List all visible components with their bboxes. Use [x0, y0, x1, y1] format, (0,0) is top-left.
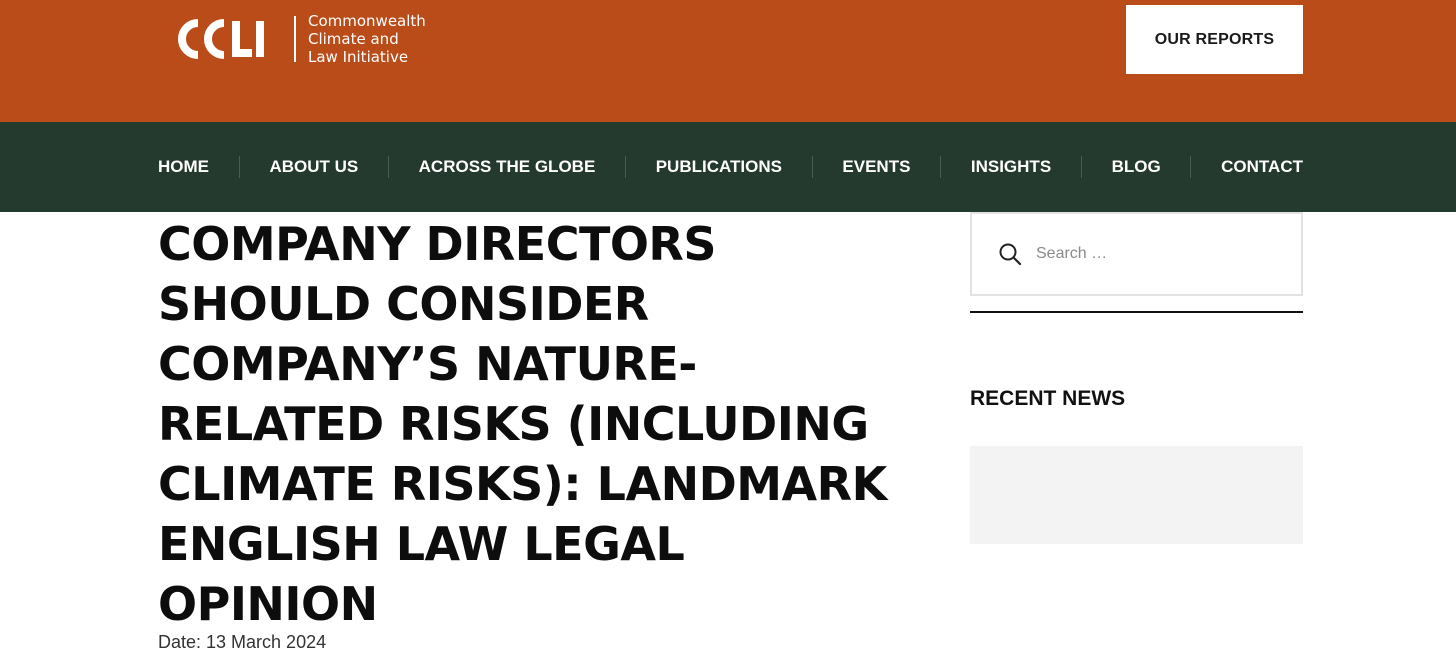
nav-item-blog[interactable]: BLOG — [1112, 157, 1161, 177]
nav-item-publications[interactable]: PUBLICATIONS — [656, 157, 782, 177]
nav-item-home[interactable]: HOME — [158, 157, 209, 177]
nav-separator — [387, 156, 389, 178]
site-logo[interactable]: Commonwealth Climate and Law Initiative — [172, 12, 426, 66]
recent-news-panel — [970, 446, 1303, 544]
logo-wordmark: Commonwealth Climate and Law Initiative — [308, 12, 426, 66]
nav-list: HOME ABOUT US ACROSS THE GLOBE PUBLICATI… — [158, 122, 1303, 212]
article-date: Date: 13 March 2024 — [158, 632, 327, 652]
nav-item-insights[interactable]: INSIGHTS — [971, 157, 1051, 177]
logo-line-1: Commonwealth — [308, 12, 426, 30]
search-form — [970, 212, 1303, 296]
logo-line-2: Climate and — [308, 30, 399, 48]
nav-separator — [625, 156, 626, 178]
nav-item-about-us[interactable]: ABOUT US — [269, 157, 358, 177]
article-title: COMPANY DIRECTORS SHOULD CONSIDER COMPAN… — [158, 217, 887, 631]
nav-item-contact[interactable]: CONTACT — [1221, 157, 1303, 177]
nav-separator — [238, 156, 240, 178]
nav-item-events[interactable]: EVENTS — [842, 157, 910, 177]
main-navigation: HOME ABOUT US ACROSS THE GLOBE PUBLICATI… — [0, 122, 1456, 212]
nav-item-across-the-globe[interactable]: ACROSS THE GLOBE — [419, 157, 596, 177]
site-header: Commonwealth Climate and Law Initiative … — [0, 0, 1456, 122]
sidebar-divider — [970, 311, 1303, 313]
nav-separator — [1190, 156, 1192, 178]
logo-line-3: Law Initiative — [308, 48, 409, 66]
nav-separator — [1080, 156, 1082, 178]
ccli-logo-icon — [178, 19, 264, 59]
our-reports-button[interactable]: OUR REPORTS — [1126, 5, 1303, 74]
nav-separator — [940, 156, 942, 178]
search-input[interactable] — [1036, 245, 1276, 263]
logo-divider — [294, 16, 296, 62]
nav-separator — [811, 156, 813, 178]
ccli-logo-mark — [172, 13, 284, 65]
search-icon[interactable] — [998, 242, 1022, 266]
recent-news-heading: RECENT NEWS — [970, 387, 1126, 410]
